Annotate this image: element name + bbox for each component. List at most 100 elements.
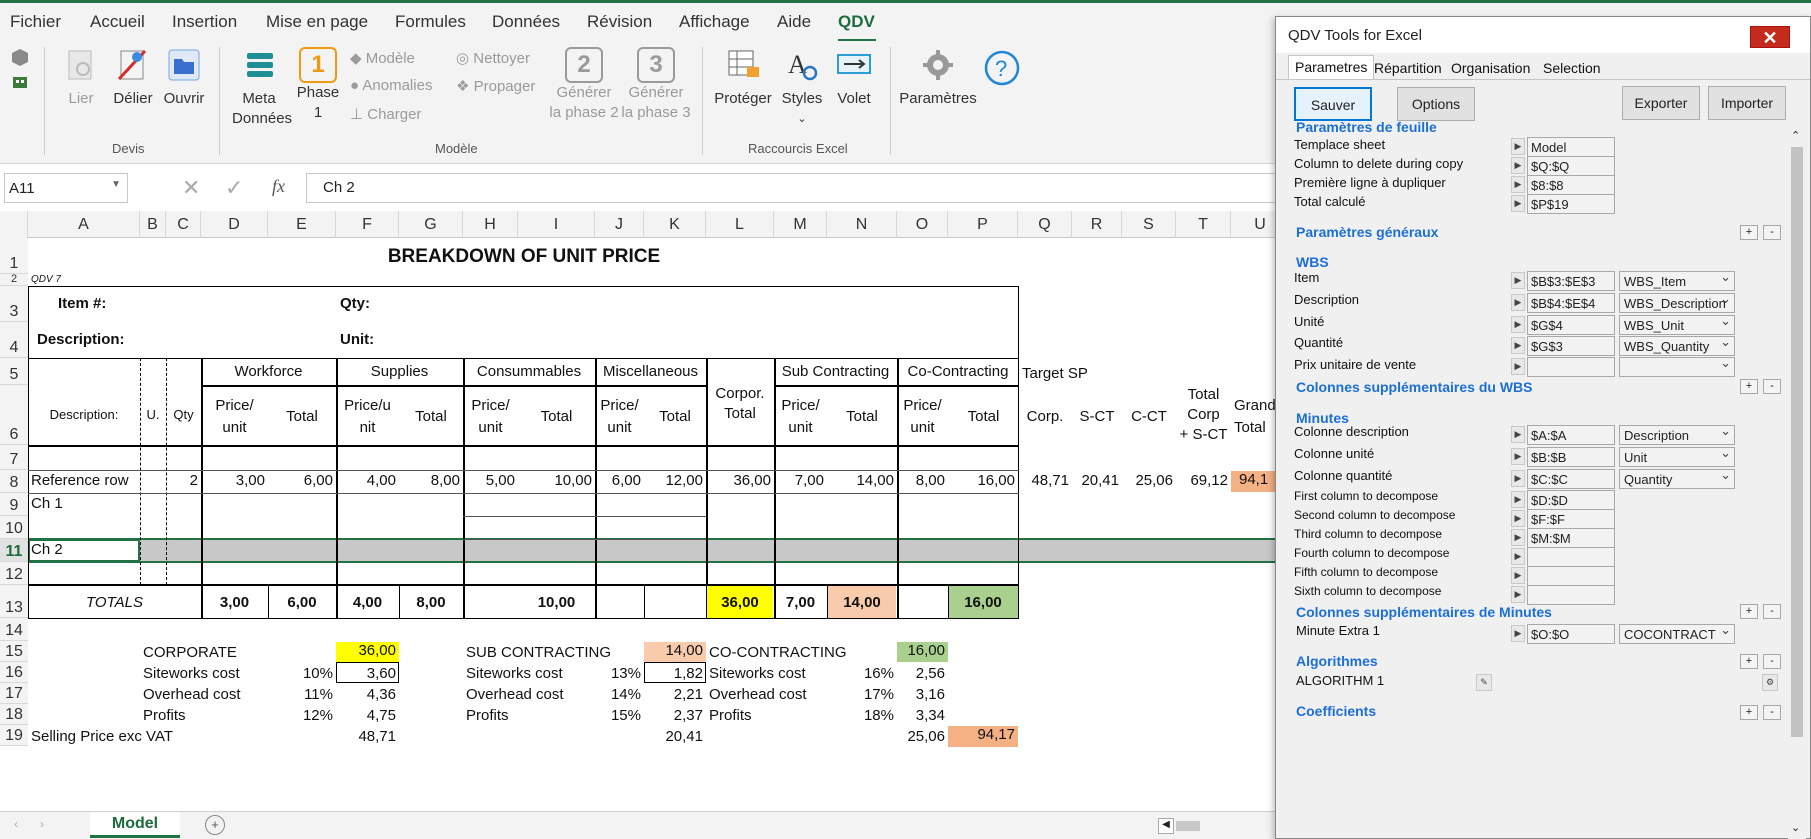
cell-ref-p[interactable]: 16,00 bbox=[948, 472, 1018, 489]
col-header-b[interactable]: B bbox=[140, 211, 166, 238]
sub-overhead-pct[interactable]: 14% bbox=[595, 686, 644, 703]
tab-accueil[interactable]: Accueil bbox=[90, 12, 145, 32]
wbs-unit-select[interactable]: WBS_Unit bbox=[1619, 315, 1735, 335]
help-icon[interactable]: ? bbox=[983, 49, 1021, 87]
add-button[interactable]: + bbox=[1740, 654, 1758, 669]
col-header-i[interactable]: I bbox=[518, 211, 595, 238]
generer-phase-3-button[interactable]: 3 Générer la phase 3 bbox=[620, 47, 692, 123]
total-l[interactable]: 36,00 bbox=[706, 594, 774, 611]
col-header-e[interactable]: E bbox=[268, 211, 336, 238]
tab-qdv[interactable]: QDV bbox=[838, 12, 875, 32]
nettoyer-button[interactable]: ◎ Nettoyer bbox=[456, 49, 530, 67]
delier-button[interactable]: Délier bbox=[108, 47, 158, 109]
template-field[interactable]: Model bbox=[1527, 137, 1615, 157]
pick-icon[interactable]: ▶ bbox=[1511, 567, 1525, 584]
total-e[interactable]: 6,00 bbox=[268, 594, 336, 611]
sauver-button[interactable]: Sauver bbox=[1294, 87, 1372, 121]
min-desc-select[interactable]: Description bbox=[1619, 425, 1735, 445]
exporter-button[interactable]: Exporter bbox=[1622, 86, 1700, 120]
sub-contracting-value[interactable]: 14,00 bbox=[644, 642, 706, 662]
premiere-field[interactable]: $8:$8 bbox=[1527, 175, 1615, 195]
prix-select[interactable] bbox=[1619, 357, 1735, 377]
pick-icon[interactable]: ▶ bbox=[1511, 294, 1525, 311]
settings-icon[interactable]: ⚙ bbox=[1762, 674, 1778, 691]
col-header-q[interactable]: Q bbox=[1018, 211, 1072, 238]
tab-fichier[interactable]: Fichier bbox=[10, 12, 61, 32]
sixth-col-field[interactable] bbox=[1527, 585, 1615, 605]
remove-button[interactable]: - bbox=[1763, 379, 1781, 394]
pick-icon[interactable]: ▶ bbox=[1511, 195, 1525, 212]
co-contracting-value[interactable]: 16,00 bbox=[897, 642, 948, 662]
row-header[interactable]: 13 bbox=[0, 585, 28, 618]
selling-sub-value[interactable]: 20,41 bbox=[644, 728, 706, 745]
cell-ref-r[interactable]: 20,41 bbox=[1072, 472, 1122, 489]
row-header[interactable]: 2 bbox=[0, 273, 28, 286]
add-button[interactable]: + bbox=[1740, 705, 1758, 720]
panel-scrollbar[interactable]: ⌃ ⌄ bbox=[1788, 129, 1806, 839]
styles-button[interactable]: A Styles ⌄ bbox=[776, 47, 828, 129]
parametres-button[interactable]: Paramètres bbox=[898, 47, 978, 109]
sub-siteworks-pct[interactable]: 13% bbox=[595, 665, 644, 682]
corporate-value[interactable]: 36,00 bbox=[336, 642, 399, 662]
row-header[interactable]: 4 bbox=[0, 322, 28, 358]
total-n[interactable]: 14,00 bbox=[827, 594, 897, 611]
co-profits-pct[interactable]: 18% bbox=[827, 707, 897, 724]
cell-ref-f[interactable]: 4,00 bbox=[336, 472, 399, 489]
selling-corp-value[interactable]: 48,71 bbox=[336, 728, 399, 745]
modele-button[interactable]: ◆ Modèle bbox=[350, 49, 415, 67]
pick-icon[interactable]: ▶ bbox=[1511, 529, 1525, 546]
pick-icon[interactable]: ▶ bbox=[1511, 138, 1525, 155]
col-header-l[interactable]: L bbox=[706, 211, 774, 238]
cell-ref-m[interactable]: 7,00 bbox=[774, 472, 827, 489]
col-header-h[interactable]: H bbox=[463, 211, 518, 238]
fourth-col-field[interactable] bbox=[1527, 547, 1615, 567]
pick-icon[interactable]: ▶ bbox=[1511, 448, 1525, 465]
cell-ref-k[interactable]: 12,00 bbox=[644, 472, 706, 489]
tab-formules[interactable]: Formules bbox=[395, 12, 466, 32]
cell-ref-s[interactable]: 25,06 bbox=[1122, 472, 1176, 489]
tab-mise-en-page[interactable]: Mise en page bbox=[266, 12, 368, 32]
add-sheet-icon[interactable]: + bbox=[205, 815, 225, 835]
row-header[interactable]: 7 bbox=[0, 445, 28, 470]
wbs-item-select[interactable]: WBS_Item bbox=[1619, 271, 1735, 291]
pick-icon[interactable]: ▶ bbox=[1511, 358, 1525, 375]
tab-donnees[interactable]: Données bbox=[492, 12, 560, 32]
row-header[interactable]: 15 bbox=[0, 641, 28, 662]
extra1-field[interactable]: $O:$O bbox=[1527, 624, 1615, 644]
wbs-unit-field[interactable]: $G$4 bbox=[1527, 315, 1615, 335]
panel-tab-parametres[interactable]: Parametres bbox=[1288, 55, 1375, 79]
col-header-r[interactable]: R bbox=[1072, 211, 1122, 238]
corp-overhead-pct[interactable]: 11% bbox=[268, 686, 336, 703]
col-header-d[interactable]: D bbox=[201, 211, 268, 238]
cell-ref-q[interactable]: 48,71 bbox=[1018, 472, 1072, 489]
chevron-down-icon[interactable]: ▼ bbox=[111, 179, 121, 190]
pick-icon[interactable]: ▶ bbox=[1511, 157, 1525, 174]
wbs-item-field[interactable]: $B$3:$E$3 bbox=[1527, 271, 1615, 291]
min-unit-select[interactable]: Unit bbox=[1619, 447, 1735, 467]
tab-insertion[interactable]: Insertion bbox=[172, 12, 237, 32]
meta-donnees-button[interactable]: Meta Données bbox=[232, 47, 292, 129]
cell-ref-h[interactable]: 5,00 bbox=[463, 472, 518, 489]
panel-tab-selection[interactable]: Selection bbox=[1537, 57, 1607, 79]
row-header[interactable]: 17 bbox=[0, 683, 28, 704]
lier-button[interactable]: Lier bbox=[58, 47, 104, 109]
pick-icon[interactable]: ▶ bbox=[1511, 625, 1525, 642]
extra1-select[interactable]: COCONTRACT bbox=[1619, 624, 1735, 644]
co-overhead-pct[interactable]: 17% bbox=[827, 686, 897, 703]
row-header[interactable]: 19 bbox=[0, 725, 28, 746]
panel-tab-organisation[interactable]: Organisation bbox=[1445, 57, 1536, 79]
name-box[interactable]: A11 ▼ bbox=[4, 173, 128, 203]
scroll-left-icon[interactable]: ‹ bbox=[14, 817, 18, 831]
options-button[interactable]: Options bbox=[1397, 87, 1475, 121]
col-header-a[interactable]: A bbox=[28, 211, 140, 238]
selling-total-value[interactable]: 94,17 bbox=[948, 726, 1018, 747]
row-header[interactable]: 10 bbox=[0, 516, 28, 539]
cell-ref-n[interactable]: 14,00 bbox=[827, 472, 897, 489]
hscroll-left-icon[interactable]: ◀ bbox=[1158, 818, 1174, 834]
cell-ref-i[interactable]: 10,00 bbox=[518, 472, 595, 489]
remove-button[interactable]: - bbox=[1763, 705, 1781, 720]
min-qty-select[interactable]: Quantity bbox=[1619, 469, 1735, 489]
cell-ch2[interactable]: Ch 2 bbox=[31, 541, 63, 558]
generer-phase-2-button[interactable]: 2 Générer la phase 2 bbox=[548, 47, 620, 123]
panel-tab-repartition[interactable]: Répartition bbox=[1368, 57, 1448, 79]
